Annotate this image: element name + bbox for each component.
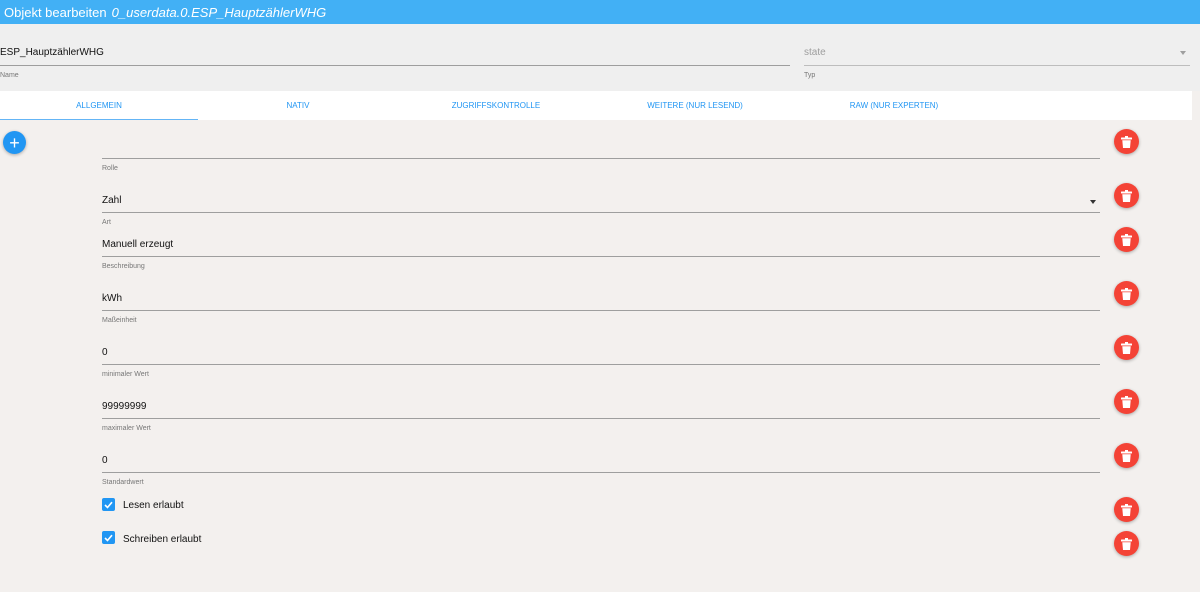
delete-read-button[interactable] xyxy=(1114,497,1139,522)
description-input[interactable]: Manuell erzeugt xyxy=(102,237,1100,257)
trash-icon xyxy=(1121,287,1132,300)
tab-nativ[interactable]: Nativ xyxy=(198,91,398,120)
plus-icon: + xyxy=(9,132,20,153)
delete-min-button[interactable] xyxy=(1114,335,1139,360)
name-label: Name xyxy=(0,72,19,79)
write-checkbox-label: Schreiben erlaubt xyxy=(123,534,202,545)
checkmark-icon xyxy=(104,501,113,509)
read-checkbox[interactable] xyxy=(102,498,115,511)
trash-icon xyxy=(1121,341,1132,354)
tab-weitere[interactable]: Weitere (nur lesend) xyxy=(594,91,796,120)
delete-kind-button[interactable] xyxy=(1114,183,1139,208)
object-id: 0_userdata.0.ESP_HauptzählerWHG xyxy=(111,4,327,20)
min-label: minimaler Wert xyxy=(102,371,149,378)
trash-icon xyxy=(1121,233,1132,246)
caret-down-icon xyxy=(1090,200,1096,204)
tab-zugriffskontrolle[interactable]: Zugriffskontrolle xyxy=(398,91,594,120)
max-input[interactable]: 99999999 xyxy=(102,399,1100,419)
delete-unit-button[interactable] xyxy=(1114,281,1139,306)
dialog-title-bar: Objekt bearbeiten 0_userdata.0.ESP_Haupt… xyxy=(0,0,1200,24)
unit-input[interactable]: kWh xyxy=(102,291,1100,311)
role-input[interactable] xyxy=(102,139,1100,159)
type-label: Typ xyxy=(804,72,816,79)
unit-label: Maßeinheit xyxy=(102,317,137,324)
trash-icon xyxy=(1121,537,1132,550)
delete-description-button[interactable] xyxy=(1114,227,1139,252)
name-input[interactable]: ESP_HauptzählerWHG xyxy=(0,44,790,66)
object-header: ESP_HauptzählerWHG Name state Typ xyxy=(0,24,1200,91)
delete-role-button[interactable] xyxy=(1114,129,1139,154)
delete-max-button[interactable] xyxy=(1114,389,1139,414)
kind-select-value: Zahl xyxy=(102,195,122,206)
add-button[interactable]: + xyxy=(3,131,26,154)
type-select[interactable]: state xyxy=(804,44,1190,66)
kind-select[interactable]: Zahl xyxy=(102,193,1100,213)
default-input[interactable]: 0 xyxy=(102,453,1100,473)
min-input[interactable]: 0 xyxy=(102,345,1100,365)
tab-allgemein[interactable]: Allgemein xyxy=(0,91,198,120)
max-label: maximaler Wert xyxy=(102,425,151,432)
role-label: Rolle xyxy=(102,165,118,172)
trash-icon xyxy=(1121,189,1132,202)
read-checkbox-label: Lesen erlaubt xyxy=(123,500,184,511)
kind-label: Art xyxy=(102,219,111,226)
tab-bar: Allgemein Nativ Zugriffskontrolle Weiter… xyxy=(0,91,1192,120)
trash-icon xyxy=(1121,135,1132,148)
checkmark-icon xyxy=(104,534,113,542)
delete-write-button[interactable] xyxy=(1114,531,1139,556)
tab-raw[interactable]: Raw (nur Experten) xyxy=(796,91,992,120)
description-label: Beschreibung xyxy=(102,263,145,270)
delete-default-button[interactable] xyxy=(1114,443,1139,468)
caret-down-icon xyxy=(1180,51,1186,55)
type-select-value: state xyxy=(804,47,826,58)
trash-icon xyxy=(1121,503,1132,516)
default-label: Standardwert xyxy=(102,479,144,486)
trash-icon xyxy=(1121,395,1132,408)
dialog-title: Objekt bearbeiten xyxy=(4,4,107,20)
write-checkbox[interactable] xyxy=(102,531,115,544)
trash-icon xyxy=(1121,449,1132,462)
